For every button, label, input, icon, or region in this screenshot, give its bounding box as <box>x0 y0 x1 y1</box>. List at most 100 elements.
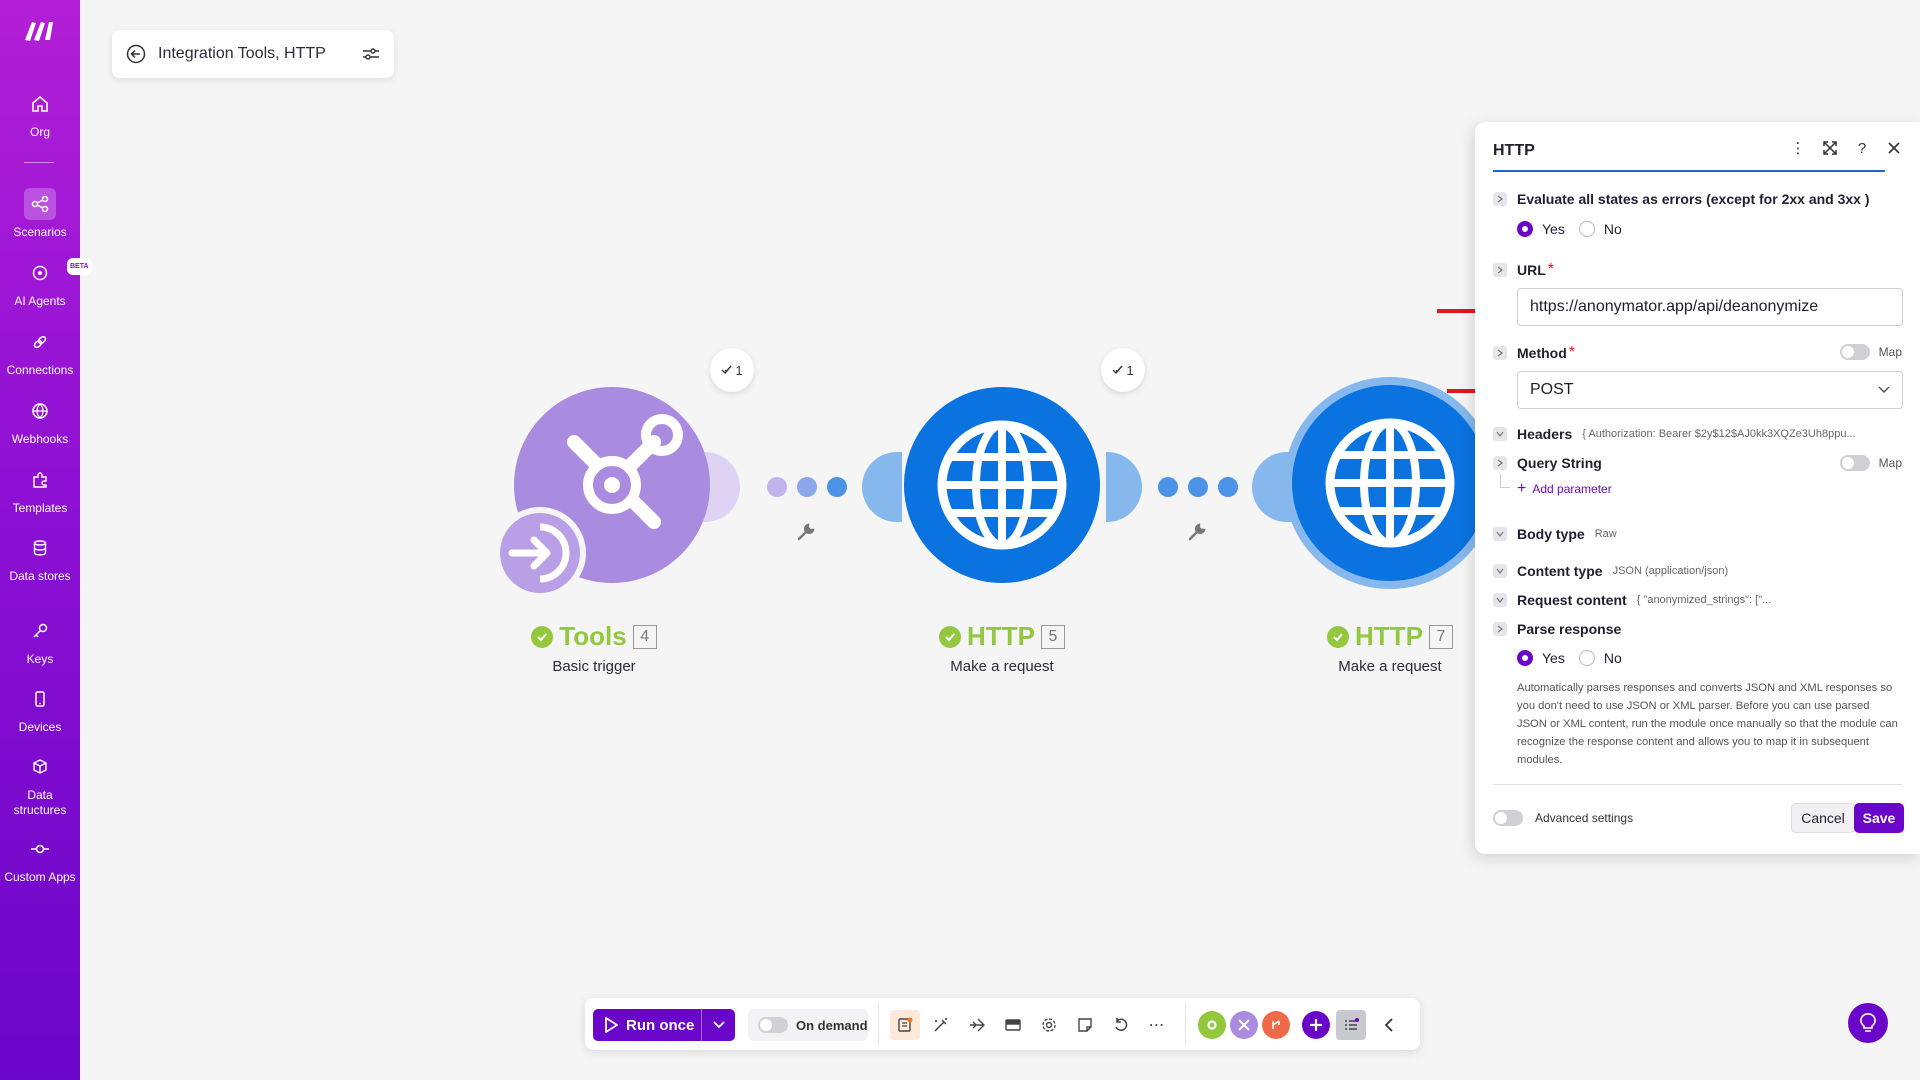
note-icon[interactable] <box>1070 1010 1100 1040</box>
chevron-down-icon[interactable] <box>1493 564 1507 578</box>
database-icon <box>24 532 56 564</box>
data-store-icon[interactable] <box>998 1010 1028 1040</box>
custom-apps-icon <box>24 833 56 865</box>
url-field: URL * <box>1493 261 1554 279</box>
save-button[interactable]: Save <box>1854 803 1904 833</box>
more-vertical-icon[interactable]: ⋮ <box>1790 140 1806 157</box>
field-label: Body type <box>1517 526 1585 542</box>
success-check-icon <box>1327 625 1350 648</box>
chevron-right-icon[interactable] <box>1493 263 1507 277</box>
body-type-field[interactable]: Body type Raw <box>1493 526 1617 542</box>
method-select[interactable]: POST <box>1517 371 1903 409</box>
add-module-button[interactable] <box>1302 1011 1330 1039</box>
connector-dot <box>767 477 787 497</box>
success-check-icon <box>531 625 554 648</box>
query-map-toggle[interactable]: Map <box>1839 455 1902 471</box>
chevron-down-icon[interactable] <box>1493 527 1507 541</box>
module-http-5[interactable]: HTTP 5 Make a request <box>862 385 1142 685</box>
device-icon <box>24 683 56 715</box>
tools-shortcut-icon[interactable] <box>1230 1011 1258 1039</box>
field-label: Evaluate all states as errors (except fo… <box>1517 191 1870 207</box>
content-type-field[interactable]: Content type JSON (application/json) <box>1493 563 1728 579</box>
required-mark: * <box>1568 344 1575 361</box>
sidebar-item-templates[interactable]: Templates <box>0 464 80 516</box>
request-content-field[interactable]: Request content { "anonymized_strings": … <box>1493 592 1771 608</box>
sidebar-item-connections[interactable]: Connections <box>0 326 80 378</box>
close-icon[interactable] <box>1886 140 1902 156</box>
operations-badge[interactable]: 1 <box>1101 348 1145 392</box>
radio-no[interactable]: No <box>1578 221 1622 237</box>
field-label: Method <box>1517 345 1567 361</box>
make-logo[interactable] <box>22 16 58 44</box>
cancel-button[interactable]: Cancel <box>1791 803 1855 833</box>
chevron-down-icon[interactable] <box>1493 593 1507 607</box>
sidebar-item-devices[interactable]: Devices <box>0 683 80 735</box>
advanced-settings-toggle[interactable]: Advanced settings <box>1493 810 1633 826</box>
settings-sliders-icon[interactable] <box>362 45 380 63</box>
url-input[interactable]: https://anonymator.app/api/deanonymize <box>1517 288 1903 326</box>
sidebar-item-org[interactable]: Org <box>0 88 80 140</box>
chevron-right-icon[interactable] <box>1493 622 1507 636</box>
chevron-right-icon[interactable] <box>1493 456 1507 470</box>
bottom-toolbar: Run once On demand ⋯ <box>585 998 1420 1050</box>
chevron-right-icon[interactable] <box>1493 192 1507 206</box>
sidebar-item-custom-apps[interactable]: Custom Apps <box>0 833 80 885</box>
more-horizontal-icon[interactable]: ⋯ <box>1142 1010 1172 1040</box>
connector-dot <box>797 477 817 497</box>
flow-control-icon[interactable] <box>1262 1011 1290 1039</box>
module-tools[interactable]: Tools 4 Basic trigger <box>490 385 750 685</box>
gear-icon[interactable] <box>1034 1010 1064 1040</box>
operations-badge[interactable]: 1 <box>710 348 754 392</box>
collapse-toolbar-icon[interactable] <box>1374 1010 1404 1040</box>
route-wrench-icon[interactable] <box>1187 522 1207 547</box>
module-http-7[interactable]: HTTP 7 Make a request <box>1252 377 1496 687</box>
help-lightbulb-button[interactable] <box>1848 1003 1888 1043</box>
radio-yes[interactable]: Yes <box>1517 650 1565 666</box>
operations-count: 1 <box>1126 362 1134 378</box>
http-module-circle[interactable] <box>904 387 1100 583</box>
module-status-green-icon[interactable] <box>1198 1011 1226 1039</box>
sidebar-item-data-stores[interactable]: Data stores <box>0 532 80 584</box>
toolbar-divider <box>878 1004 879 1044</box>
cube-icon <box>24 751 56 783</box>
radio-no[interactable]: No <box>1578 650 1622 666</box>
sidebar-item-scenarios[interactable]: Scenarios <box>0 188 80 240</box>
checklist-icon[interactable] <box>1336 1010 1366 1040</box>
method-map-toggle[interactable]: Map <box>1839 344 1902 360</box>
sidebar-item-label: Custom Apps <box>4 870 76 884</box>
http-connector-right <box>1106 452 1142 522</box>
run-once-label: Run once <box>626 1016 695 1034</box>
back-icon[interactable] <box>126 44 146 64</box>
expand-icon[interactable] <box>1822 140 1838 156</box>
airplane-icon[interactable] <box>962 1010 992 1040</box>
sidebar-item-data-structures[interactable]: Data structures <box>0 751 80 818</box>
chevron-down-icon[interactable] <box>1493 427 1507 441</box>
run-once-button[interactable]: Run once <box>593 1009 735 1041</box>
run-options-dropdown[interactable] <box>702 1021 735 1029</box>
play-icon <box>605 1017 618 1033</box>
headers-field[interactable]: Headers { Authorization: Bearer $2y$12$A… <box>1493 426 1903 442</box>
schedule-toggle[interactable]: On demand <box>748 1009 868 1041</box>
http-module-circle[interactable] <box>1292 385 1488 581</box>
sidebar-item-keys[interactable]: Keys <box>0 615 80 667</box>
radio-yes[interactable]: Yes <box>1517 221 1565 237</box>
key-icon <box>24 615 56 647</box>
auto-align-wand-icon[interactable] <box>926 1010 956 1040</box>
sidebar-item-ai-agents[interactable]: BETA AI Agents <box>0 257 92 309</box>
sidebar-item-label: Data structures <box>13 788 67 817</box>
undo-icon[interactable] <box>1106 1010 1136 1040</box>
add-parameter-button[interactable]: + Add parameter <box>1517 480 1612 498</box>
scenario-io-icon[interactable] <box>890 1010 920 1040</box>
chevron-right-icon[interactable] <box>1493 346 1507 360</box>
field-label: Headers <box>1517 426 1573 442</box>
double-check-icon <box>721 365 732 375</box>
connector-dot <box>1218 477 1238 497</box>
help-icon[interactable]: ? <box>1854 140 1870 157</box>
sidebar-item-webhooks[interactable]: Webhooks <box>0 395 80 447</box>
scenario-title[interactable]: Integration Tools, HTTP <box>158 45 362 63</box>
chevron-down-icon <box>1878 386 1890 394</box>
route-wrench-icon[interactable] <box>796 522 816 547</box>
module-name: Tools <box>559 621 627 651</box>
evaluate-errors-field: Evaluate all states as errors (except fo… <box>1493 191 1870 207</box>
field-label: URL <box>1517 262 1546 278</box>
